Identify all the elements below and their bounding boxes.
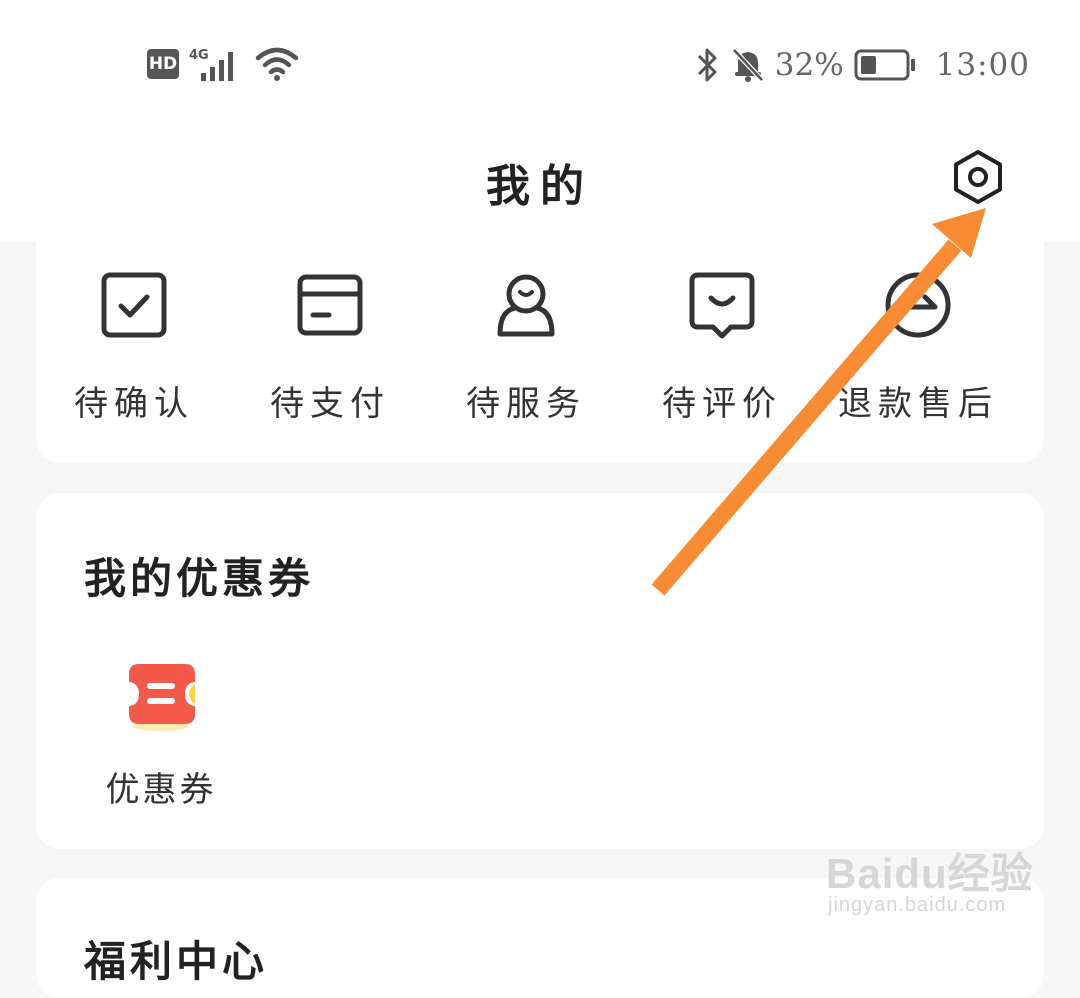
page-title: 我的 (486, 161, 594, 212)
welfare-section-title: 福利中心 (84, 937, 269, 986)
order-item-label: 待确认 (74, 384, 194, 424)
coupon-icon (129, 664, 195, 731)
coupon-entry[interactable]: 优惠券 (96, 658, 226, 811)
hd-icon: HD (147, 49, 179, 79)
order-item-label: 待服务 (466, 384, 586, 424)
status-bar-left: HD 4G (147, 46, 299, 82)
order-status-card: 待确认 待支付 待服务 待评价 退款售后 (36, 210, 1044, 463)
wifi-icon (255, 47, 299, 81)
coupon-card: 我的优惠券 优惠券 (36, 493, 1044, 849)
order-pending-review[interactable]: 待评价 (624, 270, 820, 425)
order-item-label: 待支付 (270, 384, 390, 424)
person-icon (497, 274, 555, 337)
watermark: Baidu经验 jingyan.baidu.com (826, 824, 1033, 920)
watermark-url: jingyan.baidu.com (828, 894, 1007, 916)
gear-icon (954, 150, 1002, 204)
signal-icon: 4G (189, 48, 233, 81)
order-item-label: 待评价 (662, 384, 782, 424)
checkbox-icon (101, 272, 167, 338)
battery-icon (854, 49, 915, 81)
order-pending-confirm[interactable]: 待确认 (36, 270, 232, 425)
watermark-brand: Baidu经验 (826, 850, 1034, 897)
order-item-label: 退款售后 (838, 384, 998, 424)
order-pending-payment[interactable]: 待支付 (232, 270, 428, 425)
order-pending-service[interactable]: 待服务 (428, 270, 624, 425)
settings-button[interactable] (948, 148, 1008, 208)
coupon-label: 优惠券 (105, 770, 217, 810)
comment-icon (689, 272, 755, 339)
bell-off-icon (731, 48, 764, 82)
coupon-section-title: 我的优惠券 (84, 554, 315, 603)
order-refund[interactable]: 退款售后 (820, 270, 1016, 425)
clock: 13:00 (935, 47, 1030, 83)
battery-percent: 32% (774, 47, 844, 83)
bluetooth-icon (697, 48, 717, 82)
top-bar: HD 4G 32% 13:00 我的 (0, 0, 1080, 242)
refund-icon (885, 272, 951, 338)
status-bar-right: 32% 13:00 (695, 46, 1030, 84)
network-type: 4G (189, 48, 209, 63)
card-icon (297, 274, 363, 336)
